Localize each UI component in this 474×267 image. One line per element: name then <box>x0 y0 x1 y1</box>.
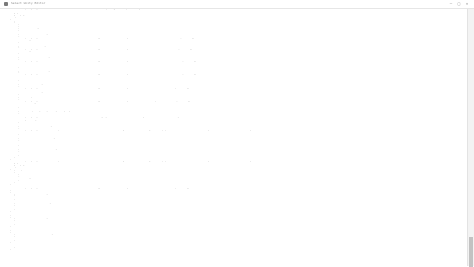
scrollbar-thumb[interactable] <box>469 237 473 267</box>
console-line: 0099 } <box>5 249 12 251</box>
maximize-button[interactable]: □ <box>455 1 463 7</box>
minimize-button[interactable]: – <box>447 1 455 7</box>
vertical-scrollbar[interactable] <box>467 9 474 267</box>
close-button[interactable]: ✕ <box>463 1 471 7</box>
console-window: Select Unity Editor – □ ✕ C:\Users\Ruff\… <box>0 0 474 267</box>
window-controls: – □ ✕ <box>447 1 471 7</box>
console-output[interactable]: C:\Users\Ruff\Desktop\Unity\Projects\Wat… <box>5 9 465 266</box>
console-app-icon <box>4 2 8 6</box>
window-title: Select Unity Editor <box>11 1 46 5</box>
title-bar[interactable]: Select Unity Editor – □ ✕ <box>0 0 474 9</box>
